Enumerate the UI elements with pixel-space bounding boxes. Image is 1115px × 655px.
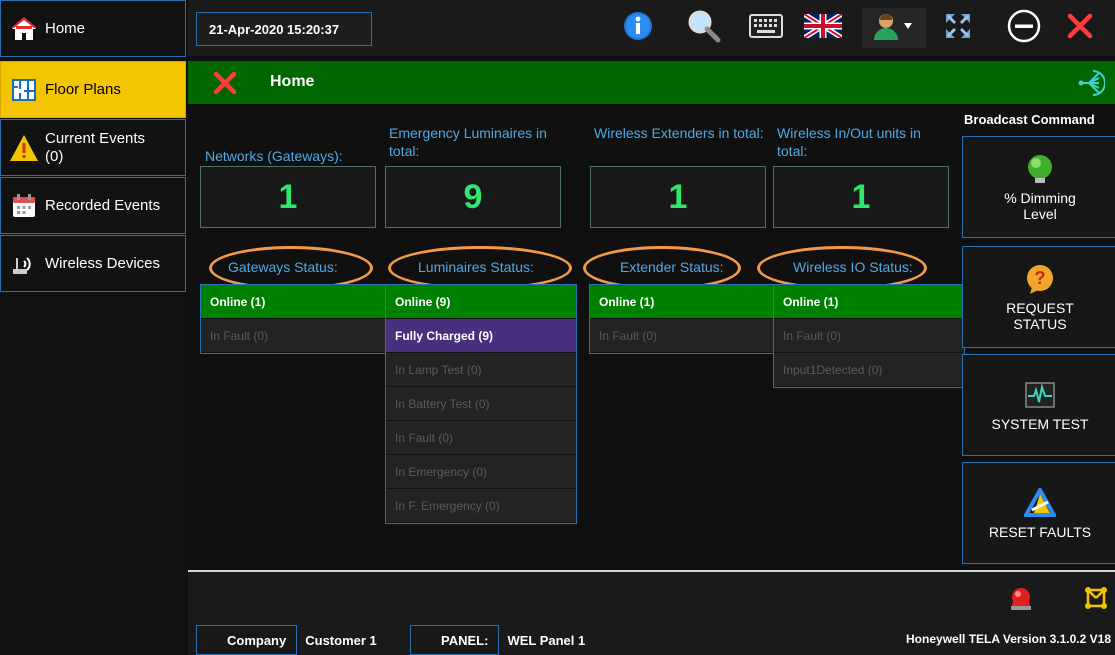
page-title: Home <box>270 73 315 90</box>
status-row-fault[interactable]: In Fault (0) <box>386 421 576 455</box>
floor-plan-icon <box>9 75 39 105</box>
fullscreen-icon <box>945 13 971 44</box>
status-row-fault[interactable]: In Fault (0) <box>590 319 780 353</box>
wireless-io-total-title: Wireless In/Out units in total: <box>777 125 921 159</box>
version-label: Honeywell TELA Version 3.1.0.2 V18 <box>906 632 1111 646</box>
search-icon <box>687 9 721 48</box>
heartbeat-icon <box>1023 378 1057 412</box>
dimming-bulb-icon <box>1023 152 1057 186</box>
luminaires-status-title: Luminaires Status: <box>418 259 534 275</box>
sidebar-item-label: Wireless Devices <box>45 254 161 272</box>
keyboard-icon <box>749 13 783 43</box>
close-page-button[interactable] <box>213 67 237 101</box>
calendar-icon <box>9 191 39 221</box>
reset-faults-button[interactable]: RESET FAULTS <box>962 462 1115 564</box>
company-label: Company <box>196 625 298 655</box>
networks-count: 1 <box>200 166 376 228</box>
sidebar: Home Floor Plans Current Events (0) Reco… <box>0 0 186 655</box>
extender-status-title: Extender Status: <box>620 259 724 275</box>
network-tree-button[interactable] <box>1077 69 1106 102</box>
luminaires-count: 9 <box>385 166 561 228</box>
reset-triangle-icon <box>1023 486 1057 520</box>
system-test-label: SYSTEM TEST <box>991 416 1089 432</box>
extenders-total-title: Wireless Extenders in total: <box>594 125 764 141</box>
sidebar-item-label: Recorded Events <box>45 196 161 214</box>
status-row-lamp-test[interactable]: In Lamp Test (0) <box>386 353 576 387</box>
status-row-fully-charged[interactable]: Fully Charged (9) <box>386 319 576 353</box>
network-tree-icon <box>1078 70 1106 96</box>
date-time-display: 21-Apr-2020 15:20:37 <box>196 12 372 46</box>
uk-flag-icon <box>802 11 844 43</box>
svg-text:?: ? <box>1035 268 1046 288</box>
fullscreen-button[interactable] <box>940 8 976 48</box>
top-toolbar: 21-Apr-2020 15:20:37 <box>188 0 1115 56</box>
status-row-online[interactable]: Online (9) <box>386 285 576 319</box>
app-window: Home Floor Plans Current Events (0) Reco… <box>0 0 1115 655</box>
sidebar-item-recorded-events[interactable]: Recorded Events <box>0 177 186 234</box>
close-button[interactable] <box>1060 8 1100 48</box>
close-icon <box>1067 13 1093 44</box>
wireless-io-status-list: Online (1) In Fault (0) Input1Detected (… <box>773 284 965 388</box>
status-row-online[interactable]: Online (1) <box>590 285 780 319</box>
status-row-battery-test[interactable]: In Battery Test (0) <box>386 387 576 421</box>
status-row-online[interactable]: Online (1) <box>774 285 964 319</box>
extenders-count: 1 <box>590 166 766 228</box>
networks-title: Networks (Gateways): <box>205 148 343 164</box>
panel-field: PANEL: WEL Panel 1 <box>410 625 585 655</box>
sidebar-item-current-events[interactable]: Current Events (0) <box>0 119 186 176</box>
sidebar-item-label: Floor Plans <box>45 80 121 98</box>
search-button[interactable] <box>684 8 724 48</box>
dashboard-panel: Networks (Gateways): Emergency Luminaire… <box>188 104 1115 570</box>
alarm-bell-icon <box>1011 588 1031 610</box>
keyboard-button[interactable] <box>746 8 786 48</box>
company-field: Company Customer 1 <box>196 625 377 655</box>
wireless-io-status-title: Wireless IO Status: <box>793 259 913 275</box>
system-test-button[interactable]: SYSTEM TEST <box>962 354 1115 456</box>
language-button[interactable] <box>802 8 844 48</box>
sidebar-item-label: Home <box>45 19 86 37</box>
status-row-input1-detected[interactable]: Input1Detected (0) <box>774 353 964 387</box>
wireless-io-count: 1 <box>773 166 949 228</box>
status-row-f-emergency[interactable]: In F. Emergency (0) <box>386 489 576 523</box>
status-bar: Company Customer 1 PANEL: WEL Panel 1 Ho… <box>188 570 1115 655</box>
page-title-bar: Home <box>188 61 1115 104</box>
minimize-icon <box>1006 8 1042 49</box>
company-value: Customer 1 <box>305 632 377 648</box>
user-menu-button[interactable] <box>862 8 926 48</box>
status-row-online[interactable]: Online (1) <box>201 285 391 319</box>
sidebar-item-home[interactable]: Home <box>0 0 186 57</box>
luminaires-status-list: Online (9) Fully Charged (9) In Lamp Tes… <box>385 284 577 524</box>
close-icon <box>213 71 237 95</box>
home-icon <box>9 14 39 44</box>
warning-icon <box>9 133 39 163</box>
request-status-button[interactable]: ? REQUEST STATUS <box>962 246 1115 348</box>
wireless-router-icon <box>9 249 39 279</box>
panel-label: PANEL: <box>410 625 500 655</box>
reset-faults-label: RESET FAULTS <box>988 524 1092 540</box>
info-button[interactable] <box>620 8 656 48</box>
sidebar-item-wireless-devices[interactable]: Wireless Devices <box>0 235 186 292</box>
request-status-label: REQUEST STATUS <box>1006 300 1074 332</box>
extender-status-list: Online (1) In Fault (0) <box>589 284 781 354</box>
luminaires-total-title: Emergency Luminaires in total: <box>389 125 547 159</box>
alarm-button[interactable] <box>1008 584 1034 617</box>
status-row-fault[interactable]: In Fault (0) <box>774 319 964 353</box>
minimize-button[interactable] <box>1004 8 1044 48</box>
sidebar-item-label: Current Events <box>45 129 146 147</box>
sidebar-item-floor-plans[interactable]: Floor Plans <box>0 61 186 118</box>
dimming-level-button[interactable]: % Dimming Level <box>962 136 1115 238</box>
user-menu-icon <box>872 12 916 45</box>
network-nodes-icon <box>1085 587 1107 609</box>
gateways-status-title: Gateways Status: <box>228 259 338 275</box>
question-bubble-icon: ? <box>1023 262 1057 296</box>
event-count: (0) <box>45 147 64 165</box>
gateways-status-list: Online (1) In Fault (0) <box>200 284 392 354</box>
status-row-fault[interactable]: In Fault (0) <box>201 319 391 353</box>
panel-value: WEL Panel 1 <box>507 632 586 648</box>
status-row-emergency[interactable]: In Emergency (0) <box>386 455 576 489</box>
broadcast-command-title: Broadcast Command <box>964 112 1095 127</box>
info-icon <box>622 10 654 47</box>
dimming-level-label: % Dimming Level <box>1004 190 1076 222</box>
network-status-button[interactable] <box>1084 586 1108 615</box>
